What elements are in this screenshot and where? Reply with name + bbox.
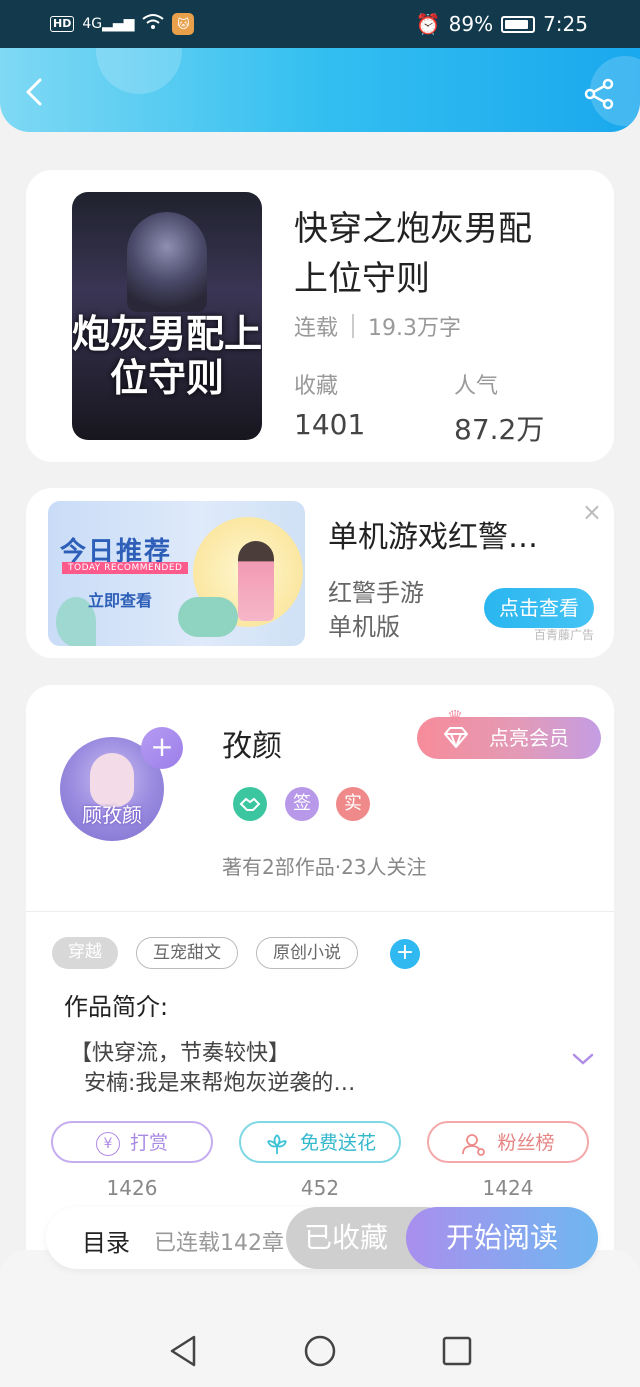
intro-line2: 安楠:我是来帮炮灰逆袭的… bbox=[84, 1071, 356, 1096]
chevron-down-icon[interactable] bbox=[571, 1050, 595, 1068]
avatar-text: 顾孜颜 bbox=[82, 803, 142, 827]
popularity-label: 人气 bbox=[454, 374, 499, 399]
verified-badge: 实 bbox=[336, 787, 370, 821]
book-title-line1: 快穿之炮灰男配 bbox=[294, 209, 532, 249]
follow-author-button[interactable]: + bbox=[141, 727, 183, 769]
ad-view-button[interactable]: 点击查看 bbox=[484, 588, 594, 628]
book-title-line2: 上位守则 bbox=[294, 259, 430, 299]
send-flower-button[interactable]: 免费送花 bbox=[239, 1121, 401, 1163]
ad-banner-subtitle: TODAY RECOMMENDED bbox=[62, 562, 189, 574]
battery-icon bbox=[501, 15, 536, 33]
ad-illustration bbox=[238, 541, 274, 621]
tag-chip[interactable]: 原创小说 bbox=[256, 937, 358, 969]
divider bbox=[26, 911, 614, 912]
ad-banner-cta: 立即查看 bbox=[88, 591, 153, 610]
author-meta: 著有2部作品·23人关注 bbox=[222, 855, 427, 879]
ad-desc-line2: 单机版 bbox=[328, 613, 400, 641]
yen-icon: ¥ bbox=[95, 1131, 120, 1156]
recents-square-icon[interactable] bbox=[440, 1334, 474, 1368]
intro-text[interactable]: 【快穿流，节奏较快】 安楠:我是来帮炮灰逆袭的… bbox=[70, 1039, 355, 1099]
ad-desc-line1: 红警手游 bbox=[328, 579, 424, 607]
fan-ranking-button[interactable]: 粉丝榜 bbox=[427, 1121, 589, 1163]
hd-icon: HD bbox=[50, 16, 75, 32]
tip-count: 1426 bbox=[106, 1176, 158, 1200]
serial-status: 连载 bbox=[294, 316, 339, 341]
fan-ranking-label: 粉丝榜 bbox=[497, 1132, 555, 1154]
battery-percent: 89% bbox=[448, 12, 494, 36]
tip-button-label: 打赏 bbox=[129, 1132, 168, 1154]
diamond-icon bbox=[444, 727, 468, 748]
favorites-value: 1401 bbox=[294, 408, 366, 441]
fan-count: 1424 bbox=[482, 1176, 534, 1200]
divider bbox=[352, 314, 355, 338]
signed-badge: 签 bbox=[285, 787, 319, 821]
book-status-row: 连载 19.3万字 bbox=[294, 310, 461, 342]
vip-button-label: 点亮会员 bbox=[489, 726, 569, 750]
tag-chip[interactable]: 互宠甜文 bbox=[136, 937, 238, 969]
alarm-icon: ⏰ bbox=[415, 12, 441, 36]
bottom-action-bar: 目录 已连载142章 已收藏 开始阅读 bbox=[46, 1207, 598, 1269]
header-bar bbox=[0, 48, 640, 132]
author-name[interactable]: 孜颜 bbox=[222, 721, 282, 765]
clock-time: 7:25 bbox=[543, 12, 588, 36]
back-button[interactable] bbox=[20, 76, 52, 108]
intro-heading: 作品简介: bbox=[64, 993, 169, 1021]
vip-button[interactable]: ♛ 点亮会员 bbox=[417, 707, 601, 759]
cover-figure bbox=[127, 212, 207, 312]
network-label: 4G bbox=[82, 16, 103, 32]
book-info-card: 炮灰男配上位守则 快穿之炮灰男配 上位守则 连载 19.3万字 收藏 1401 … bbox=[26, 170, 614, 462]
ad-description: 红警手游 单机版 bbox=[328, 576, 468, 644]
back-triangle-icon[interactable] bbox=[166, 1334, 200, 1368]
handshake-badge-icon bbox=[233, 787, 267, 821]
ad-source-label: 百青藤广告 bbox=[534, 628, 595, 642]
share-button[interactable] bbox=[584, 78, 616, 110]
ad-banner-image[interactable]: 今日推荐 TODAY RECOMMENDED 立即查看 bbox=[48, 501, 305, 646]
tip-button[interactable]: ¥ 打赏 bbox=[51, 1121, 213, 1163]
word-count: 19.3万字 bbox=[368, 316, 462, 341]
toc-button[interactable]: 目录 bbox=[82, 1223, 130, 1258]
system-nav-bar bbox=[0, 1250, 640, 1387]
cover-title: 炮灰男配上位守则 bbox=[72, 311, 262, 400]
book-cover[interactable]: 炮灰男配上位守则 bbox=[72, 192, 262, 440]
flower-icon bbox=[267, 1133, 287, 1154]
ad-card[interactable]: 今日推荐 TODAY RECOMMENDED 立即查看 单机游戏红警… 红警手游… bbox=[26, 488, 614, 658]
intro-line1: 【快穿流，节奏较快】 bbox=[70, 1041, 291, 1066]
wifi-icon bbox=[142, 12, 165, 36]
send-flower-label: 免费送花 bbox=[299, 1132, 376, 1154]
add-tag-button[interactable]: + bbox=[390, 939, 420, 969]
toc-status: 已连载142章 bbox=[154, 1231, 284, 1256]
signal-icon: 4G▂▄▆ bbox=[82, 16, 135, 32]
app-notification-icon: 🐱 bbox=[172, 13, 195, 35]
user-icon bbox=[462, 1133, 486, 1156]
chevron-left-icon bbox=[26, 78, 42, 106]
home-circle-icon[interactable] bbox=[303, 1334, 337, 1368]
popularity-value: 87.2万 bbox=[454, 413, 545, 446]
status-bar: HD 4G▂▄▆ 🐱 ⏰ 89% 7:25 bbox=[0, 0, 640, 48]
favorites-label: 收藏 bbox=[294, 374, 339, 399]
flower-count: 452 bbox=[300, 1176, 340, 1200]
book-title: 快穿之炮灰男配 上位守则 bbox=[294, 204, 584, 304]
ad-headline: 单机游戏红警… bbox=[328, 520, 538, 555]
start-reading-button[interactable]: 开始阅读 bbox=[406, 1207, 598, 1269]
author-card: 顾孜颜 + 孜颜 ♛ 点亮会员 签 实 著有2部作品·23人关注 穿越 互宠甜文… bbox=[26, 685, 614, 1285]
tag-chip[interactable]: 穿越 bbox=[52, 937, 118, 969]
share-icon bbox=[584, 78, 614, 110]
collected-label: 已收藏 bbox=[303, 1221, 388, 1254]
close-icon[interactable]: × bbox=[582, 498, 602, 526]
